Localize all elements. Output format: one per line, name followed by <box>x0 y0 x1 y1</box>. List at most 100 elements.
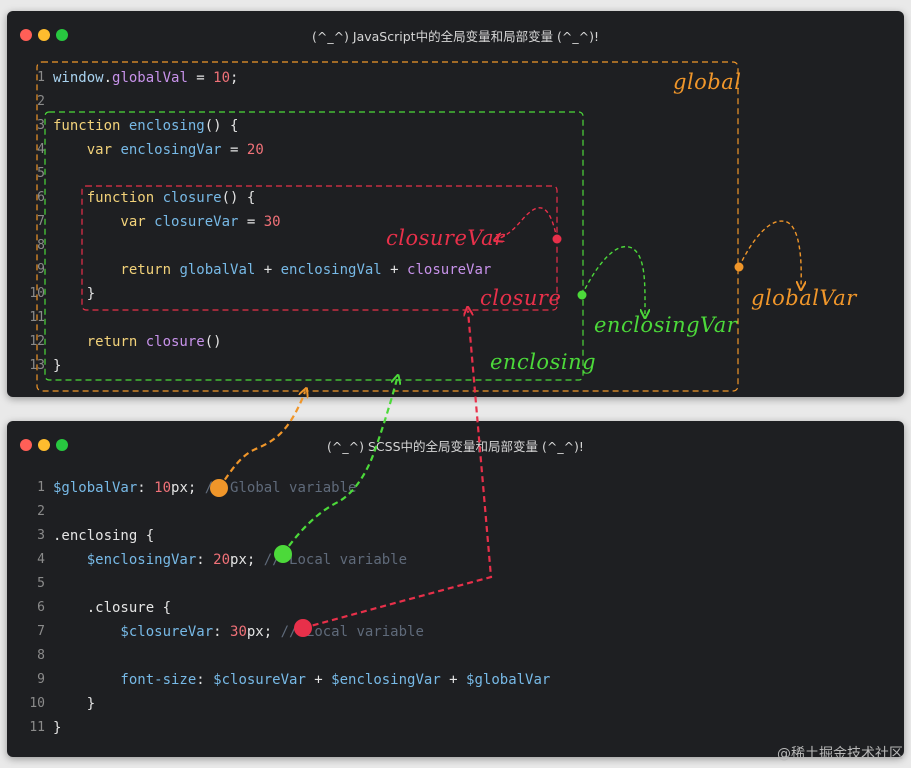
code-token: px; <box>230 552 256 568</box>
code-text: } <box>53 692 95 716</box>
window-title: (^_^) JavaScript中的全局变量和局部变量 (^_^)! <box>311 29 600 44</box>
code-token: // Local variable <box>255 552 408 568</box>
line-number: 7 <box>37 624 45 639</box>
line-number: 7 <box>37 214 45 229</box>
code-token: font-size <box>53 672 197 688</box>
javascript-code-window: (^_^) JavaScript中的全局变量和局部变量 (^_^)! 1 wind… <box>7 11 904 397</box>
code-text: var enclosingVar = 20 <box>53 138 264 162</box>
code-text: } <box>53 716 61 740</box>
code-line: 5 <box>7 162 887 186</box>
line-number: 12 <box>29 334 45 349</box>
window-title: (^_^) SCSS中的全局变量和局部变量 (^_^)! <box>327 439 584 454</box>
code-token: return <box>53 262 180 278</box>
code-line: 7 $closureVar: 30px; // Local variable <box>7 620 887 644</box>
code-text: $enclosingVar: 20px; // Local variable <box>53 548 407 572</box>
code-token: globalVal <box>112 70 188 86</box>
code-token: ; <box>230 70 239 86</box>
code-token: + <box>305 672 332 688</box>
watermark: @稀土掘金技术社区 <box>777 746 903 762</box>
code-text: .enclosing { <box>53 524 154 548</box>
code-token: var <box>53 142 121 158</box>
line-number: 8 <box>37 238 45 253</box>
line-number: 1 <box>37 480 45 495</box>
code-token: : <box>196 552 214 568</box>
code-text: $closureVar: 30px; // Local variable <box>53 620 423 644</box>
code-token: } <box>53 358 62 374</box>
code-token: 30 <box>263 214 281 230</box>
code-line: 2 <box>7 90 887 114</box>
code-token: = <box>221 142 247 158</box>
code-text: function enclosing() { <box>53 114 238 138</box>
code-token: + <box>381 262 408 278</box>
code-token: closure <box>162 190 222 206</box>
code-token: + <box>440 672 467 688</box>
line-number: 5 <box>37 576 45 591</box>
line-number: 2 <box>37 94 45 109</box>
code-text: $globalVar: 10px; // Global variable <box>53 476 356 500</box>
code-line: 13} <box>7 354 887 378</box>
code-line: 6 function closure() { <box>7 186 887 210</box>
code-token: $enclosingVar <box>331 672 441 688</box>
code-line: 12 return closure() <box>7 330 887 354</box>
code-token: () <box>204 334 222 350</box>
window-titlebar: (^_^) JavaScript中的全局变量和局部变量 (^_^)! <box>7 11 904 59</box>
line-number: 2 <box>37 504 45 519</box>
code-token: function <box>53 190 163 206</box>
code-token: } <box>53 720 62 736</box>
window-titlebar: (^_^) SCSS中的全局变量和局部变量 (^_^)! <box>7 421 904 469</box>
line-number: 6 <box>37 190 45 205</box>
enclosing-var-label: enclosingVar <box>594 313 738 337</box>
code-token: 20 <box>246 142 264 158</box>
code-token: globalVal <box>179 262 256 278</box>
code-token: $closureVar <box>53 624 214 640</box>
code-token: .enclosing { <box>53 528 155 544</box>
code-line: 8 <box>7 644 887 668</box>
code-token: + <box>255 262 281 278</box>
code-token: 30 <box>230 624 247 640</box>
code-text: } <box>53 354 61 378</box>
global-scope-label: global <box>673 70 742 94</box>
code-line: 4 var enclosingVar = 20 <box>7 138 887 162</box>
code-token: $closureVar <box>213 672 306 688</box>
line-number: 1 <box>37 70 45 85</box>
code-token: .closure { <box>53 600 172 616</box>
line-number: 11 <box>29 310 45 325</box>
code-line: 1 $globalVar: 10px; // Global variable <box>7 476 887 500</box>
closure-scope-label: closure <box>480 286 562 310</box>
line-number: 5 <box>37 166 45 181</box>
code-text: function closure() { <box>53 186 256 210</box>
code-token: : <box>137 480 155 496</box>
code-token: () { <box>221 190 256 206</box>
code-token: return <box>53 334 146 350</box>
line-number: 9 <box>37 262 45 277</box>
code-text: } <box>53 282 95 306</box>
line-number: 13 <box>29 358 45 373</box>
code-token: $globalVar <box>53 480 138 496</box>
code-token: : <box>213 624 231 640</box>
code-line: 1 window.globalVal = 10; <box>7 66 887 90</box>
code-token: 10 <box>213 70 231 86</box>
code-text: font-size: $closureVar + $enclosingVar +… <box>53 668 550 692</box>
line-number: 11 <box>29 720 45 735</box>
line-number: 3 <box>37 528 45 543</box>
code-token: = <box>187 70 214 86</box>
code-token: $enclosingVar <box>53 552 197 568</box>
line-number: 10 <box>29 696 45 711</box>
line-number: 8 <box>37 648 45 663</box>
code-line: 2 <box>7 500 887 524</box>
code-token: px; <box>171 480 197 496</box>
code-token: enclosingVar <box>120 142 222 158</box>
code-token: $globalVar <box>466 672 551 688</box>
code-token: enclosingVal <box>280 262 382 278</box>
code-token: window <box>53 70 104 86</box>
line-number: 3 <box>37 118 45 133</box>
code-token: = <box>238 214 264 230</box>
code-line: 4 $enclosingVar: 20px; // Local variable <box>7 548 887 572</box>
code-token: } <box>53 696 96 712</box>
code-token: // Global variable <box>196 480 357 496</box>
code-token: function <box>53 118 129 134</box>
code-text: return globalVal + enclosingVal + closur… <box>53 258 491 282</box>
code-token: enclosing <box>128 118 205 134</box>
code-line: 6 .closure { <box>7 596 887 620</box>
line-number: 10 <box>29 286 45 301</box>
